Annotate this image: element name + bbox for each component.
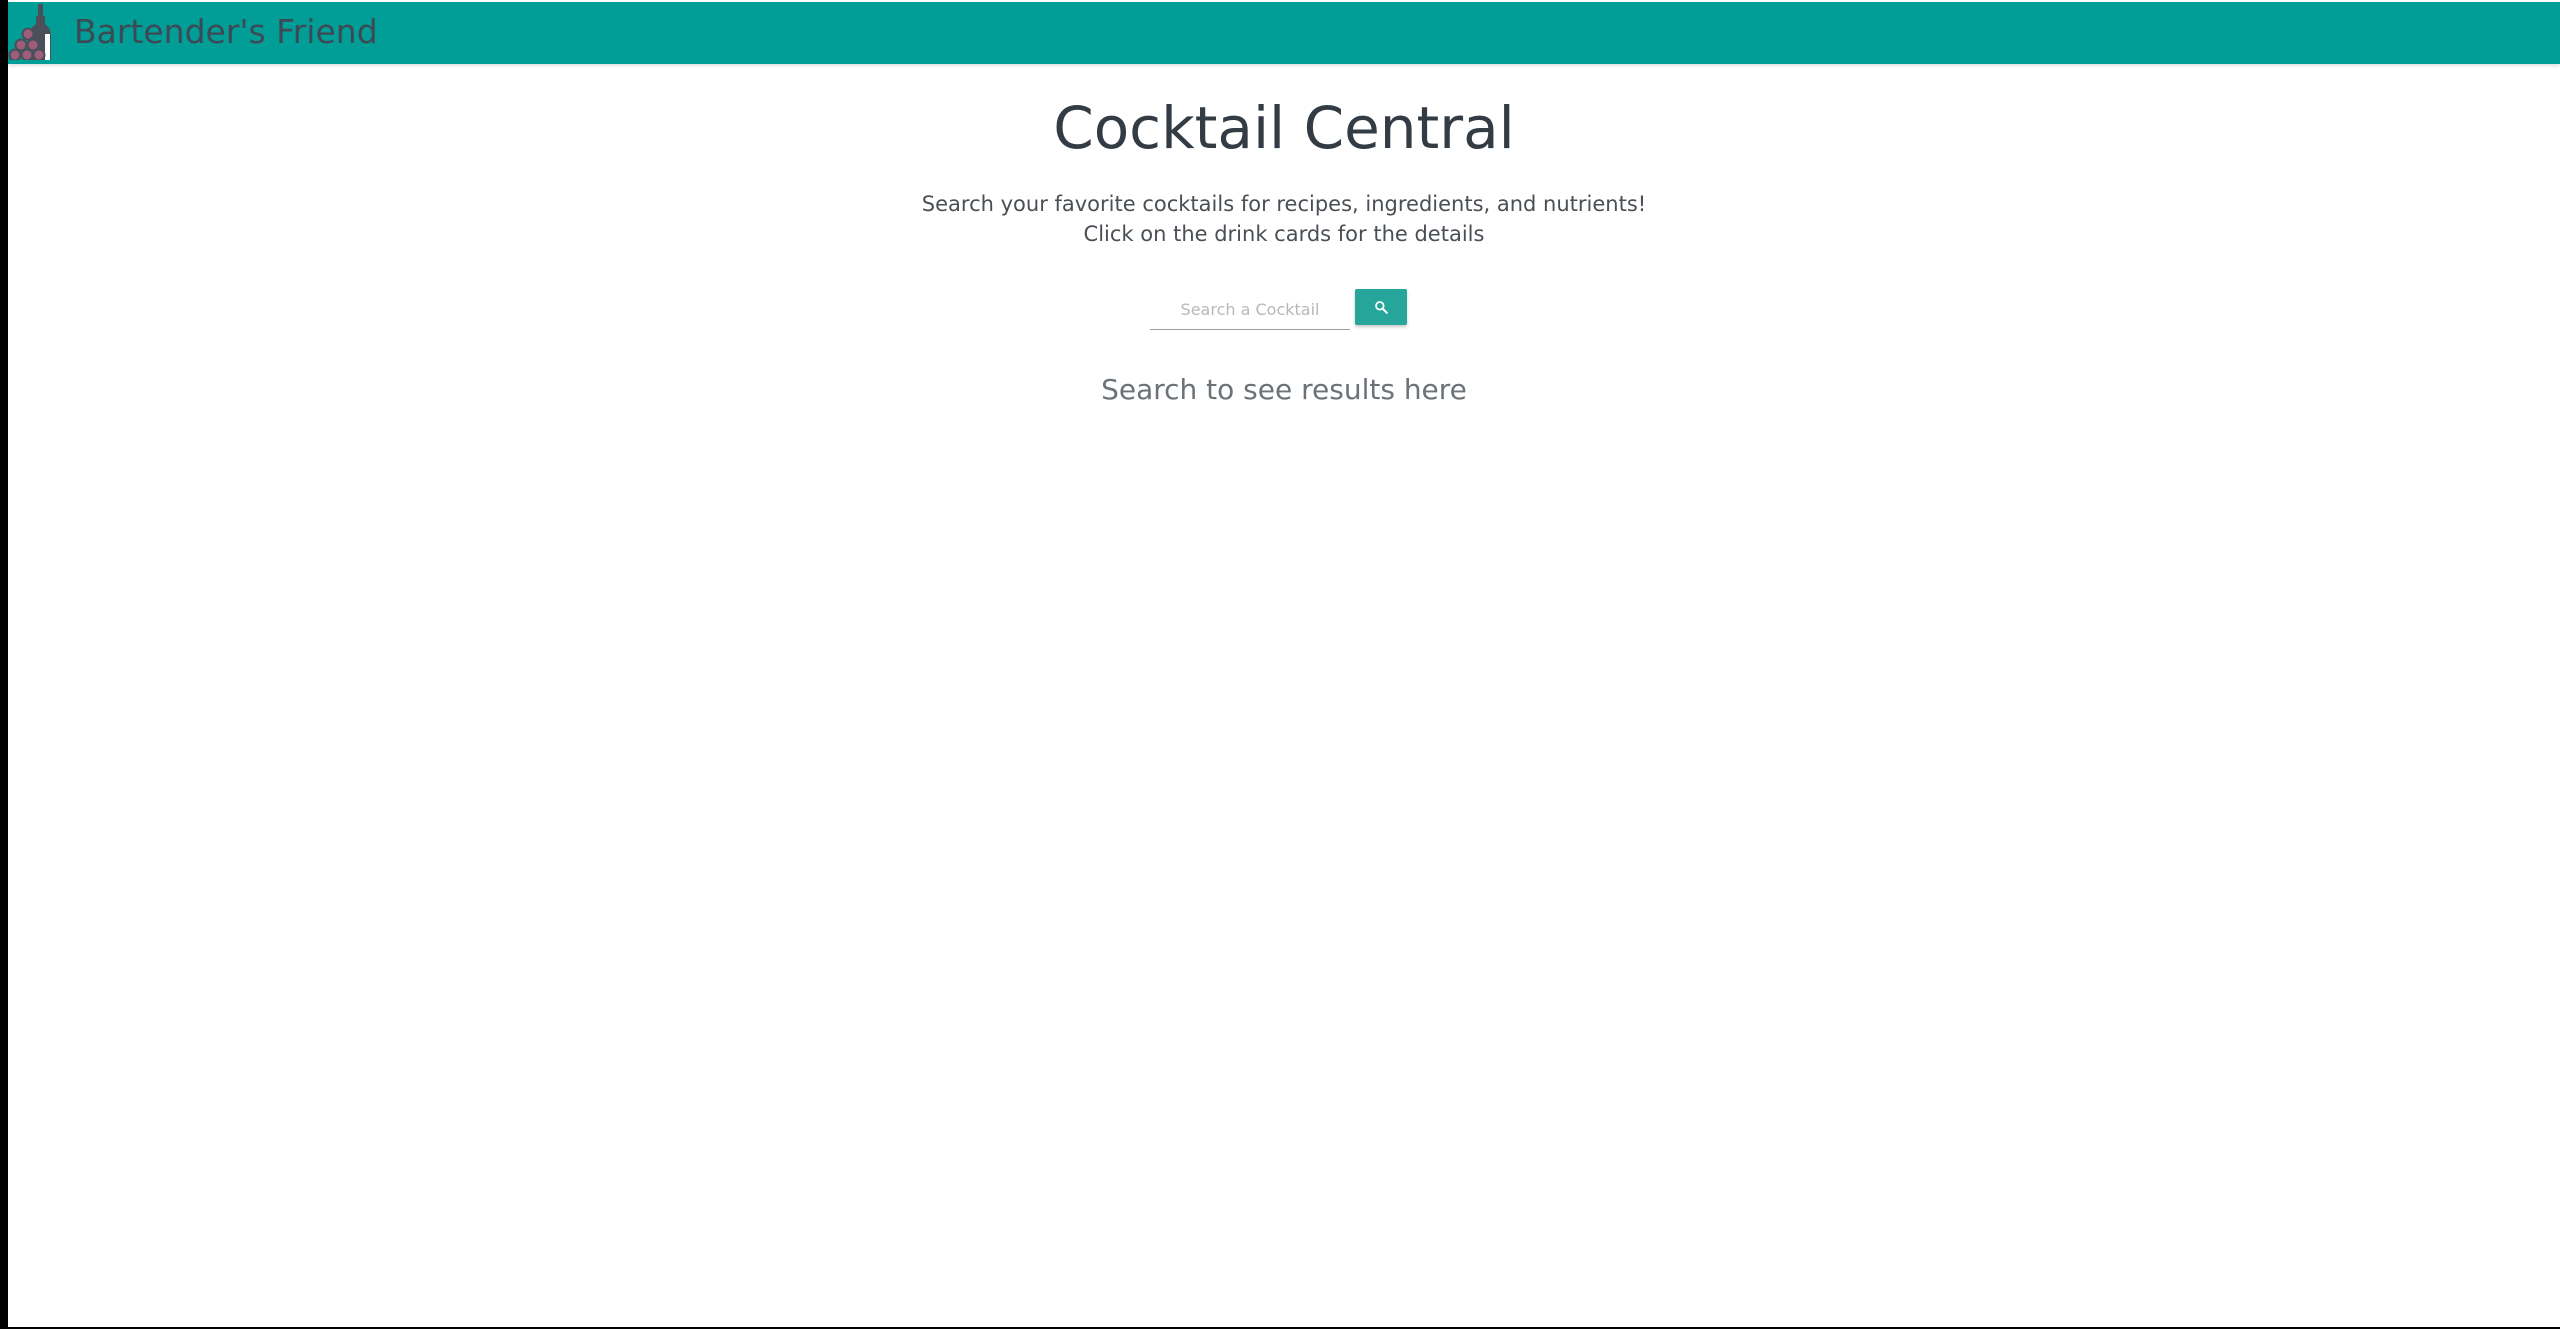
page-title: Cocktail Central bbox=[1053, 94, 1515, 162]
brand-logo-text[interactable]: Bartender's Friend bbox=[74, 12, 378, 52]
top-navbar: Bartender's Friend bbox=[8, 2, 2560, 64]
search-input[interactable] bbox=[1150, 289, 1350, 330]
page-subtitle-line-2: Click on the drink cards for the details bbox=[1083, 222, 1485, 246]
search-form bbox=[1150, 289, 1413, 331]
page-subtitle-line-1: Search your favorite cocktails for recip… bbox=[921, 192, 1647, 216]
bottle-and-glasses-icon[interactable] bbox=[8, 4, 56, 62]
results-placeholder: Search to see results here bbox=[1101, 373, 1467, 406]
search-icon bbox=[1374, 300, 1388, 314]
page: Bartender's Friend Cocktail Central Sear… bbox=[8, 0, 2560, 1327]
search-button[interactable] bbox=[1355, 289, 1407, 325]
